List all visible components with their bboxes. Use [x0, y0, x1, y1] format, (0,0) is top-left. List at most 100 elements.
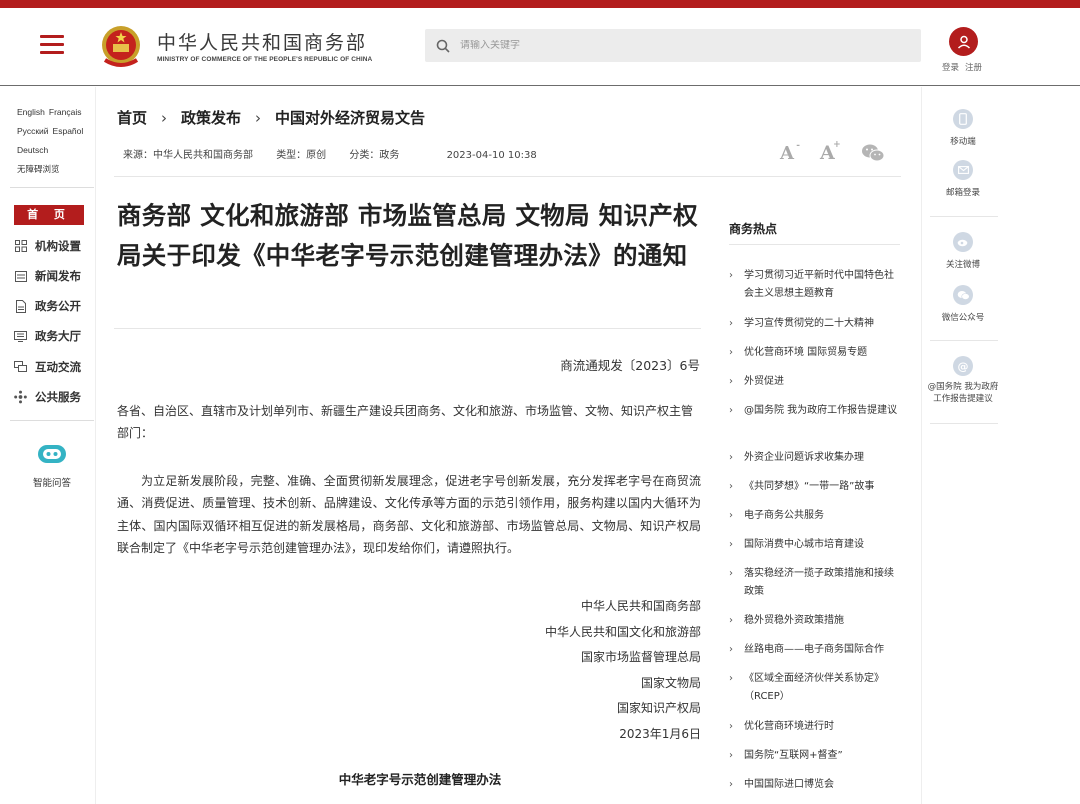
- chevron-right-icon: ›: [729, 615, 733, 626]
- chevron-right-icon: ›: [729, 568, 733, 579]
- nav-item-interaction[interactable]: 互动交流: [14, 357, 81, 377]
- register-link[interactable]: 注册: [965, 63, 982, 73]
- meta-source: 来源：中华人民共和国商务部: [123, 150, 253, 161]
- language-links: English Français Русский Español Deutsch 无…: [17, 103, 95, 179]
- org-chart-icon: [14, 240, 27, 253]
- font-increase-button[interactable]: A +: [820, 140, 841, 164]
- divider: [930, 423, 998, 424]
- hot-topic-item[interactable]: › 中国国际进口博览会: [729, 776, 901, 794]
- hot-topic-item[interactable]: › 《区域全面经济伙伴关系协定》（RCEP）: [729, 670, 901, 706]
- home-button[interactable]: 首 页: [14, 205, 84, 225]
- lang-russian[interactable]: Русский: [17, 126, 49, 136]
- chevron-right-icon: ›: [729, 539, 733, 550]
- chat-icon: [14, 361, 27, 374]
- mobile-icon: [953, 109, 973, 129]
- wechat-share-icon[interactable]: [861, 143, 885, 163]
- divider: [729, 244, 900, 245]
- keyboard-icon: [14, 330, 27, 343]
- signer: 中华人民共和国商务部: [580, 599, 701, 613]
- right-item-mail[interactable]: 邮箱登录: [925, 160, 1001, 199]
- nav-item-label: 互动交流: [35, 360, 81, 374]
- sidebar-border: [921, 87, 922, 804]
- search-box: [425, 29, 921, 62]
- hot-topic-item[interactable]: › 丝路电商——电子商务国际合作: [729, 641, 901, 659]
- hot-topic-item[interactable]: › 电子商务公共服务: [729, 507, 901, 525]
- chevron-right-icon: ›: [255, 108, 262, 127]
- hot-topic-item[interactable]: › 外资企业问题诉求收集办理: [729, 449, 901, 467]
- right-item-label: 微信公众号: [941, 313, 985, 323]
- breadcrumb-home[interactable]: 首页: [117, 107, 147, 128]
- right-item-label: 移动端: [950, 137, 976, 147]
- breadcrumb-policy[interactable]: 政策发布: [181, 107, 241, 128]
- article-meta: 来源：中华人民共和国商务部 类型：原创 分类：政务 2023-04-10 10:…: [123, 146, 557, 161]
- accessibility-link[interactable]: 无障碍浏览: [17, 164, 60, 174]
- at-icon: @: [953, 356, 973, 376]
- nav-item-news[interactable]: 新闻发布: [14, 266, 81, 286]
- right-item-label: 邮箱登录: [945, 188, 980, 198]
- chevron-right-icon: ›: [729, 750, 733, 761]
- divider: [930, 340, 998, 341]
- lang-english[interactable]: English: [17, 107, 45, 117]
- top-color-strip: [0, 0, 1080, 8]
- hot-topic-item[interactable]: › 学习宣传贯彻党的二十大精神: [729, 315, 901, 333]
- font-decrease-button[interactable]: A-: [780, 141, 800, 164]
- divider: [930, 216, 998, 217]
- site-header: 中华人民共和国商务部 MINISTRY OF COMMERCE OF THE P…: [0, 8, 1080, 86]
- user-avatar-icon[interactable]: [949, 27, 978, 56]
- attachment-title: 中华老字号示范创建管理办法: [338, 772, 502, 787]
- hot-topic-item[interactable]: › 优化营商环境 国际贸易专题: [729, 344, 901, 362]
- divider: [10, 420, 94, 421]
- divider: [114, 176, 901, 177]
- signing-date: 2023年1月6日: [619, 726, 701, 741]
- nav-item-label: 政务公开: [35, 299, 81, 313]
- right-item-mobile[interactable]: 移动端: [925, 109, 1001, 148]
- login-link[interactable]: 登录: [942, 63, 959, 73]
- nav-item-label: 机构设置: [35, 239, 81, 253]
- search-icon[interactable]: [436, 39, 450, 53]
- breadcrumb-current[interactable]: 中国对外经济贸易文告: [275, 107, 425, 128]
- news-icon: [14, 270, 27, 283]
- left-sidebar: English Français Русский Español Deutsch 无…: [0, 87, 96, 804]
- hot-topic-item[interactable]: › 国际消费中心城市培育建设: [729, 536, 901, 554]
- nav-item-gov-info[interactable]: 政务公开: [14, 296, 81, 316]
- nav-item-org[interactable]: 机构设置: [14, 236, 81, 256]
- nav-item-label: 政务大厅: [35, 329, 81, 343]
- right-item-suggestion[interactable]: @ @国务院 我为政府工作报告提建议: [925, 356, 1001, 405]
- assistant-label[interactable]: 智能问答: [20, 475, 84, 489]
- right-item-weibo[interactable]: 关注微博: [925, 232, 1001, 271]
- lang-french[interactable]: Français: [49, 107, 82, 117]
- hot-topic-item[interactable]: › 落实稳经济一揽子政策措施和接续政策: [729, 565, 901, 601]
- right-item-label: 关注微博: [945, 260, 980, 270]
- chevron-right-icon: ›: [729, 318, 733, 329]
- signers: 中华人民共和国商务部 中华人民共和国文化和旅游部 国家市场监督管理总局 国家文物…: [450, 594, 701, 747]
- chevron-right-icon: ›: [729, 405, 733, 416]
- hot-topic-item[interactable]: › 学习贯彻习近平新时代中国特色社会主义思想主题教育: [729, 267, 901, 303]
- article-title: 商务部 文化和旅游部 市场监管总局 文物局 知识产权局关于印发《中华老字号示范创…: [117, 201, 698, 270]
- lang-german[interactable]: Deutsch: [17, 145, 48, 155]
- lang-spanish[interactable]: Español: [53, 126, 84, 136]
- chevron-right-icon: ›: [729, 673, 733, 684]
- hot-topic-item[interactable]: › 外贸促进: [729, 373, 901, 391]
- document-icon: [14, 299, 27, 313]
- robot-assistant-icon[interactable]: [37, 442, 67, 466]
- divider: [114, 328, 701, 329]
- hot-topic-item[interactable]: › 《共同梦想》“一带一路”故事: [729, 478, 901, 496]
- mail-icon: [953, 160, 973, 180]
- hot-topic-item[interactable]: › 国务院“互联网+督查”: [729, 747, 901, 765]
- article-body: 为立足新发展阶段，完整、准确、全面贯彻新发展理念，促进老字号创新发展，充分发挥老…: [117, 474, 701, 555]
- hot-topic-item[interactable]: › @国务院 我为政府工作报告提建议: [729, 402, 901, 420]
- nav-item-public-service[interactable]: 公共服务: [14, 387, 81, 407]
- hot-topic-item[interactable]: › 稳外贸稳外资政策措施: [729, 612, 901, 630]
- nav-item-hall[interactable]: 政务大厅: [14, 326, 81, 346]
- signer: 国家市场监督管理总局: [580, 650, 701, 664]
- chevron-right-icon: ›: [729, 452, 733, 463]
- nav-item-label: 新闻发布: [35, 269, 81, 283]
- right-item-wechat[interactable]: 微信公众号: [925, 285, 1001, 324]
- signer: 国家文物局: [640, 675, 701, 690]
- hot-topic-item[interactable]: › 优化营商环境进行时: [729, 718, 901, 736]
- search-input[interactable]: [460, 40, 900, 51]
- hamburger-menu-icon[interactable]: [40, 35, 64, 55]
- site-subtitle: MINISTRY OF COMMERCE OF THE PEOPLE'S REP…: [157, 56, 373, 63]
- national-emblem-icon: [102, 26, 140, 67]
- meta-type: 类型：原创: [276, 150, 327, 161]
